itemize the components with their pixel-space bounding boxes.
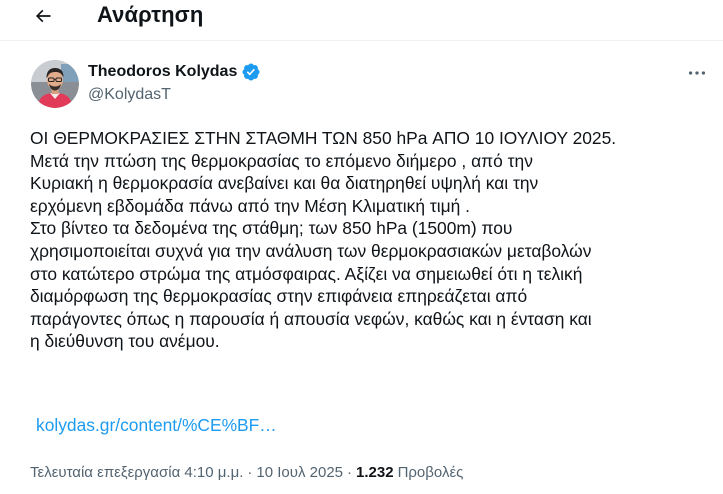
meta-separator: · (347, 463, 353, 481)
post-time[interactable]: 4:10 μ.μ. (184, 464, 243, 481)
post-link[interactable]: kolydas.gr/content/%CE%BF… (36, 413, 277, 437)
author-name[interactable]: Theodoros Kolydas (88, 61, 237, 83)
header-divider (0, 40, 723, 41)
post-text-line: Μετά την πτώση της θερμοκρασίας το επόμε… (30, 150, 533, 171)
edited-label[interactable]: Τελευταία επεξεργασία (30, 464, 180, 481)
post-text: ΟΙ ΘΕΡΜΟΚΡΑΣΙΕΣ ΣΤΗΝ ΣΤΑΘΜΗ ΤΩΝ 850 hPa … (30, 127, 715, 353)
post-text-line: χρησιμοποιείται συχνά για την ανάλυση τω… (30, 240, 592, 261)
views-label: Προβολές (397, 463, 464, 481)
page-title: Ανάρτηση (97, 2, 204, 27)
post-text-line: ΟΙ ΘΕΡΜΟΚΡΑΣΙΕΣ ΣΤΗΝ ΣΤΑΘΜΗ ΤΩΝ 850 hPa … (30, 128, 617, 148)
more-options-button[interactable] (684, 62, 710, 84)
post-date[interactable]: 10 Ιουλ 2025 (256, 464, 343, 481)
post-header: Ανάρτηση (0, 0, 723, 40)
post-page: Ανάρτηση Theodoros Kolydas @KolydasT ΟΙ … (0, 0, 723, 494)
post-text-line: Κυριακή η θερμοκρασία ανεβαίνει και θα δ… (30, 173, 539, 194)
author-handle[interactable]: @KolydasT (88, 84, 171, 106)
post-text-line: Στο βίντεο τα δεδομένα της στάθμη; των 8… (30, 218, 513, 239)
avatar-image (31, 60, 79, 108)
post-text-line: παράγοντες όπως η παρουσία ή απουσία νεφ… (30, 308, 592, 329)
more-horizontal-icon (688, 71, 706, 75)
post-text-line: διαμόρφωση της θερμοκρασίας στην επιφάνε… (30, 286, 528, 307)
post-text-line: η διεύθυνση του ανέμου. (30, 331, 220, 352)
arrow-left-icon (35, 9, 51, 23)
meta-separator: · (247, 463, 253, 481)
author-name-row: Theodoros Kolydas (88, 61, 261, 83)
back-button[interactable] (28, 2, 58, 30)
post-text-line: ερχόμενη εβδομάδα πάνω από την Μέση Κλιμ… (30, 195, 470, 216)
avatar[interactable] (31, 60, 79, 108)
verified-badge-icon[interactable] (241, 62, 261, 82)
post-text-line: στο κατώτερο στρώμα της ατμόσφαιρας. Αξί… (30, 263, 583, 284)
post-meta: Τελευταία επεξεργασία 4:10 μ.μ. · 10 Ιου… (30, 460, 463, 484)
views-count: 1.232 (356, 463, 394, 481)
